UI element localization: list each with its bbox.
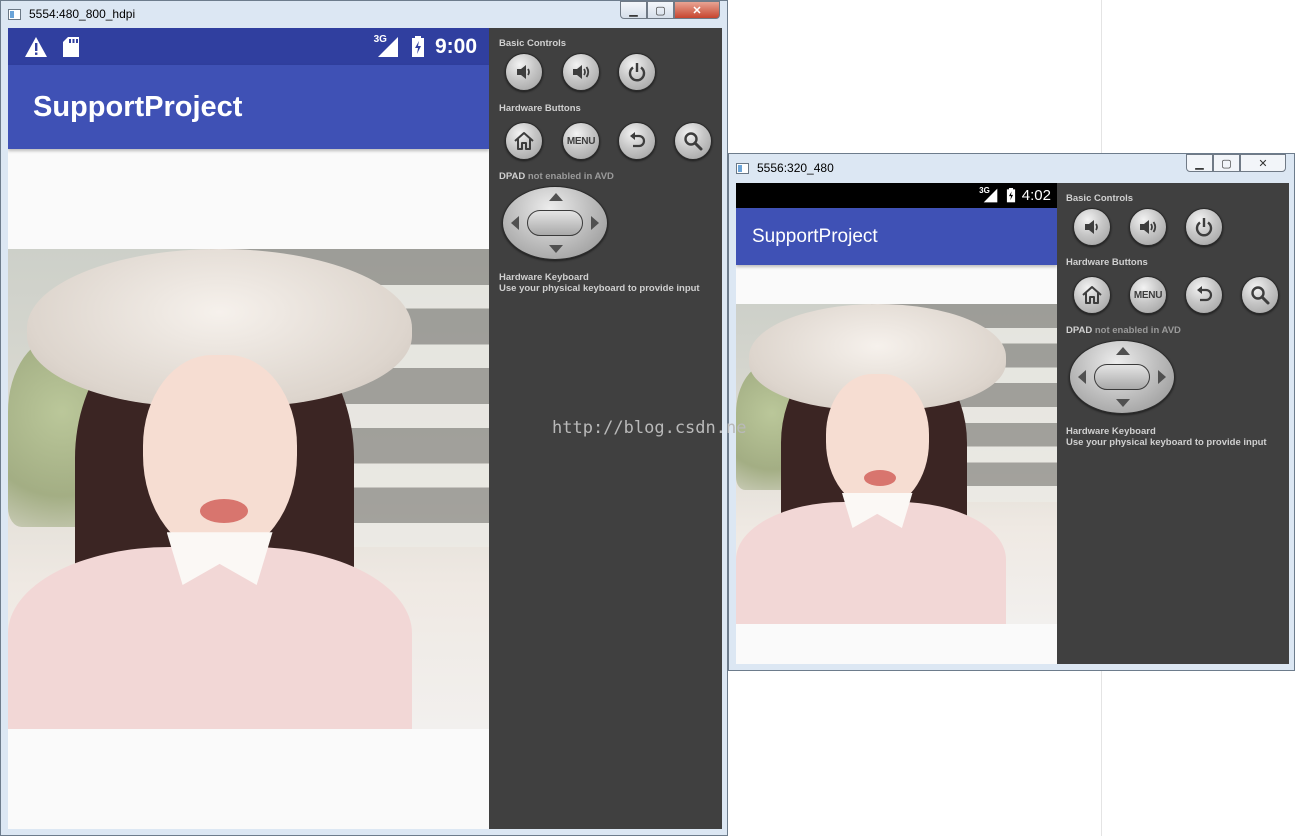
volume-down-icon [1085, 220, 1098, 234]
dpad-icon[interactable] [1069, 340, 1175, 414]
volume-down-button[interactable] [1073, 208, 1111, 246]
app-title: SupportProject [33, 90, 243, 123]
window-client: 3G 4:02 SupportProject Basic Controls Ha… [736, 183, 1289, 664]
dpad-right-arrow[interactable] [1158, 370, 1166, 384]
dpad-left-arrow[interactable] [511, 216, 519, 230]
window-title: 5554:480_800_hdpi [29, 7, 136, 21]
emulator-window-5556[interactable]: 5556:320_480 ▁ ▢ ✕ 3G 4:02 SupportProjec… [728, 153, 1295, 671]
app-toolbar: SupportProject [8, 65, 489, 149]
volume-down-icon [517, 65, 530, 79]
home-button[interactable] [505, 122, 543, 160]
search-button[interactable] [1241, 276, 1279, 314]
emulator-controls-panel: Basic Controls Hardware Buttons MENU DPA… [1057, 183, 1289, 664]
menu-button[interactable]: MENU [1129, 276, 1167, 314]
dpad-up-arrow[interactable] [549, 193, 563, 201]
maximize-button[interactable]: ▢ [647, 1, 674, 19]
window-titlebar[interactable]: 5554:480_800_hdpi [1, 1, 727, 27]
volume-up-icon [1140, 220, 1157, 234]
basic-controls-label: Basic Controls [499, 38, 567, 49]
photo-image [8, 249, 489, 729]
power-icon [628, 63, 646, 82]
status-time: 4:02 [1021, 187, 1051, 204]
volume-up-button[interactable] [1129, 208, 1167, 246]
warning-icon [25, 36, 47, 57]
dpad-note: not enabled in AVD [527, 171, 614, 182]
minimize-button[interactable]: ▁ [620, 1, 647, 19]
search-icon [1251, 286, 1270, 305]
power-button[interactable] [618, 53, 656, 91]
window-caption-buttons: ▁ ▢ ✕ [620, 1, 720, 19]
window-app-icon [8, 8, 21, 20]
photo-image [736, 304, 1057, 624]
minimize-button[interactable]: ▁ [1186, 154, 1213, 172]
hardware-keyboard-label: Hardware Keyboard [499, 272, 589, 283]
menu-button-label: MENU [1133, 289, 1163, 301]
power-icon [1195, 218, 1213, 237]
dpad-right-arrow[interactable] [591, 216, 599, 230]
dpad-left-arrow[interactable] [1078, 370, 1086, 384]
battery-icon [1006, 188, 1015, 203]
hardware-buttons-label: Hardware Buttons [1066, 257, 1148, 268]
status-time: 9:00 [434, 34, 477, 58]
hardware-keyboard-note: Use your physical keyboard to provide in… [499, 283, 700, 294]
dpad-label: DPAD not enabled in AVD [499, 171, 614, 182]
sd-card-icon [63, 36, 79, 57]
power-button[interactable] [1185, 208, 1223, 246]
window-caption-buttons: ▁ ▢ ✕ [1186, 154, 1286, 172]
dpad-center-button[interactable] [527, 210, 583, 236]
back-icon [1197, 286, 1213, 302]
hardware-keyboard-label: Hardware Keyboard [1066, 426, 1156, 437]
battery-icon [411, 35, 424, 57]
basic-controls-label: Basic Controls [1066, 193, 1134, 204]
menu-button-label: MENU [566, 135, 596, 147]
dpad-title: DPAD [1066, 325, 1093, 336]
volume-up-icon [573, 65, 590, 79]
hardware-buttons-label: Hardware Buttons [499, 103, 581, 114]
search-icon [684, 132, 703, 151]
app-toolbar: SupportProject [736, 208, 1057, 265]
dpad-up-arrow[interactable] [1116, 347, 1130, 355]
watermark-text: http://blog.csdn.ne [552, 418, 747, 438]
volume-down-button[interactable] [505, 53, 543, 91]
network-type: 3G [979, 186, 990, 195]
home-icon [514, 132, 534, 150]
dpad-center-button[interactable] [1094, 364, 1150, 390]
device-screen[interactable]: 3G 9:00 SupportProject [8, 28, 489, 829]
app-title: SupportProject [752, 225, 878, 247]
back-button[interactable] [1185, 276, 1223, 314]
back-button[interactable] [618, 122, 656, 160]
status-bar: 3G 4:02 [736, 183, 1057, 208]
dpad-down-arrow[interactable] [1116, 399, 1130, 407]
dpad-down-arrow[interactable] [549, 245, 563, 253]
menu-button[interactable]: MENU [562, 122, 600, 160]
status-bar: 3G 9:00 [8, 28, 489, 65]
back-icon [630, 132, 646, 148]
window-title: 5556:320_480 [757, 161, 834, 175]
home-button[interactable] [1073, 276, 1111, 314]
window-app-icon [736, 162, 749, 174]
dpad-icon[interactable] [502, 186, 608, 260]
dpad-title: DPAD [499, 171, 526, 182]
dpad-label: DPAD not enabled in AVD [1066, 325, 1181, 336]
device-screen[interactable]: 3G 4:02 SupportProject [736, 183, 1057, 664]
hardware-keyboard-note: Use your physical keyboard to provide in… [1066, 437, 1267, 448]
close-button[interactable]: ✕ [1240, 154, 1286, 172]
close-button[interactable]: ✕ [674, 1, 720, 19]
search-button[interactable] [674, 122, 712, 160]
dpad-note: not enabled in AVD [1094, 325, 1181, 336]
maximize-button[interactable]: ▢ [1213, 154, 1240, 172]
network-type: 3G [373, 34, 387, 45]
volume-up-button[interactable] [562, 53, 600, 91]
home-icon [1082, 286, 1102, 304]
